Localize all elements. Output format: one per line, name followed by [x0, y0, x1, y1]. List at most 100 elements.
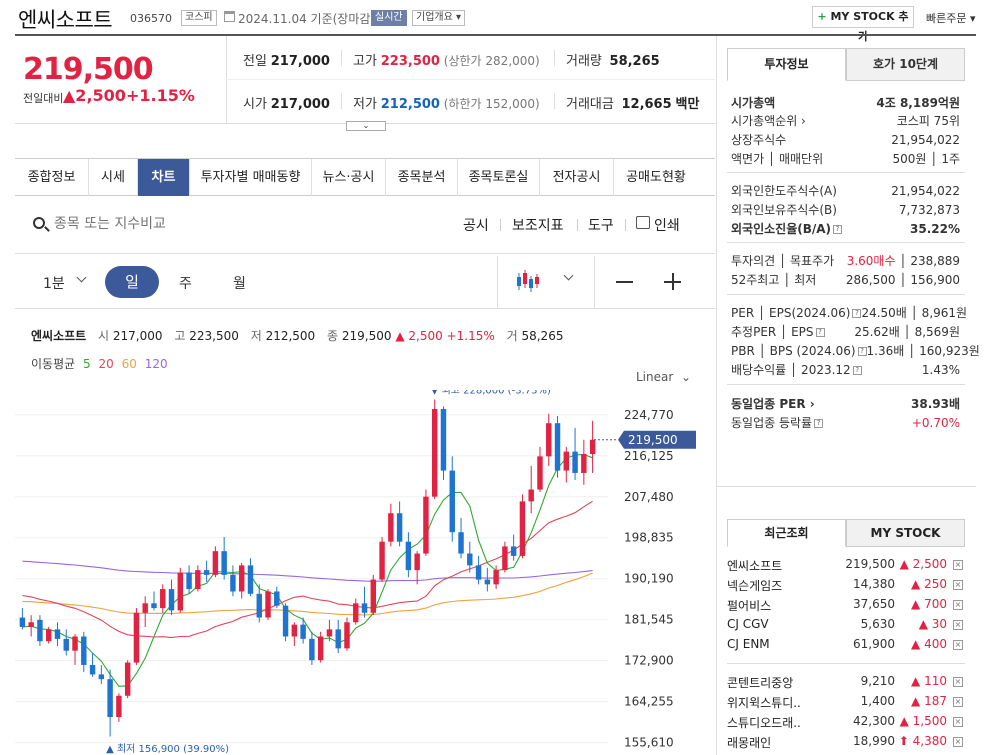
zoom-in-icon[interactable]: [672, 273, 674, 290]
candle: [116, 693, 122, 722]
candle-body: [493, 570, 499, 585]
printer-icon[interactable]: [636, 216, 650, 229]
recent-item-name[interactable]: 스튜디오드래..: [727, 714, 801, 731]
close-icon[interactable]: ×: [953, 717, 963, 727]
recent-item[interactable]: 스튜디오드래.. 42,300 ▲ 1,500 ×: [727, 714, 965, 733]
period-minute[interactable]: 1분: [43, 273, 65, 293]
divider: [727, 384, 965, 385]
period-month[interactable]: 월: [233, 273, 246, 293]
invest-value: 21,954,022: [891, 132, 960, 147]
close-icon[interactable]: ×: [953, 580, 963, 590]
invest-row: 상장주식수 21,954,022: [731, 130, 960, 149]
recent-item[interactable]: CJ CGV 5,630 ▲ 30 ×: [727, 617, 965, 636]
tab-invest-info[interactable]: 투자정보: [727, 48, 846, 81]
candle-body: [458, 532, 464, 554]
candle: [379, 536, 385, 582]
help-icon[interactable]: ?: [852, 308, 862, 318]
tab-ask-10[interactable]: 호가 10단계: [846, 48, 965, 81]
recent-item[interactable]: 넥슨게임즈 14,380 ▲ 250 ×: [727, 577, 965, 596]
recent-item-name[interactable]: 위지윅스튜디..: [727, 694, 801, 711]
candle: [247, 558, 254, 597]
add-mystock-button[interactable]: + MY STOCK 추가: [812, 6, 914, 43]
recent-item-name[interactable]: CJ CGV: [727, 617, 769, 631]
candle-body: [116, 695, 122, 718]
tab-overview[interactable]: 종합정보: [15, 159, 89, 196]
tab-news[interactable]: 뉴스·공시: [312, 159, 386, 196]
divider: [341, 93, 342, 109]
recent-item[interactable]: CJ ENM 61,900 ▲ 400 ×: [727, 637, 965, 656]
tab-recent[interactable]: 최근조회: [727, 519, 846, 547]
candle: [107, 669, 113, 737]
compare-search-input[interactable]: [54, 213, 354, 235]
realtime-tag[interactable]: 실시간: [371, 10, 407, 26]
close-icon[interactable]: ×: [953, 560, 963, 570]
quick-order-button[interactable]: 빠른주문 ▾: [926, 10, 976, 26]
invest-label: 동일업종 PER ›: [731, 397, 815, 411]
disclosure-button[interactable]: 공시: [463, 215, 489, 235]
print-button[interactable]: 인쇄: [654, 215, 680, 235]
close-icon[interactable]: ×: [953, 620, 963, 630]
chevron-down-icon[interactable]: [76, 272, 87, 283]
recent-item-change: ▲ 1,500: [899, 714, 947, 728]
company-overview-button[interactable]: 기업개요 ▾: [412, 10, 465, 26]
invest-value: 24.50배 │ 8,961원: [861, 306, 968, 320]
chevron-down-icon[interactable]: [563, 270, 574, 281]
candle: [317, 631, 324, 663]
help-icon[interactable]: ?: [852, 366, 862, 375]
indicator-button[interactable]: 보조지표: [512, 215, 564, 235]
recent-item[interactable]: 래몽래인 18,990 ⬆ 4,380 ×: [727, 734, 965, 753]
candle: [388, 503, 394, 547]
close-icon[interactable]: ×: [953, 737, 963, 747]
candle: [405, 532, 412, 578]
recent-item[interactable]: 콘텐트리중앙 9,210 ▲ 110 ×: [727, 674, 965, 693]
close-icon[interactable]: ×: [953, 697, 963, 707]
recent-item[interactable]: 펄어비스 37,650 ▲ 700 ×: [727, 597, 965, 616]
candle-body: [405, 541, 412, 571]
recent-item-name[interactable]: 콘텐트리중앙: [727, 674, 793, 691]
help-icon[interactable]: ?: [833, 225, 843, 234]
invest-label: 52주최고 │ 최저: [731, 273, 817, 287]
recent-item-name[interactable]: 펄어비스: [727, 597, 771, 614]
period-week[interactable]: 주: [179, 273, 192, 293]
candle-body: [63, 638, 69, 651]
invest-value: 7,732,873: [898, 202, 960, 217]
recent-item[interactable]: 위지윅스튜디.. 1,400 ▲ 187 ×: [727, 694, 965, 713]
expand-chevron-icon[interactable]: ⌄: [346, 121, 386, 131]
candle: [238, 563, 245, 599]
recent-item-name[interactable]: 래몽래인: [727, 734, 771, 751]
invest-label: 투자의견 │ 목표주가: [731, 254, 835, 268]
tab-short-selling[interactable]: 공매도현황: [614, 159, 698, 196]
candle: [309, 631, 315, 665]
zoom-out-icon[interactable]: [616, 281, 633, 283]
close-icon[interactable]: ×: [953, 640, 963, 650]
help-icon[interactable]: ?: [814, 419, 824, 428]
tab-investor-trend[interactable]: 투자자별 매매동향: [190, 159, 312, 196]
tab-forum[interactable]: 종목토론실: [458, 159, 540, 196]
candlestick-type-icon[interactable]: [516, 268, 542, 294]
tab-mystock[interactable]: MY STOCK: [846, 519, 965, 547]
help-icon[interactable]: ?: [815, 328, 825, 337]
help-icon[interactable]: ?: [857, 346, 867, 356]
tab-chart[interactable]: 차트: [138, 159, 190, 196]
tab-analysis[interactable]: 종목분석: [386, 159, 458, 196]
scale-select[interactable]: Linear ⌄: [636, 370, 691, 384]
recent-item-change: ▲ 700: [911, 597, 947, 611]
candle-body: [317, 636, 324, 661]
period-day[interactable]: 일: [105, 266, 159, 298]
moving-average-legend[interactable]: 이동평균 5 20 60 120: [31, 355, 168, 372]
recent-item-name[interactable]: CJ ENM: [727, 637, 770, 651]
recent-item-price: 1,400: [860, 694, 895, 708]
tab-disclosure[interactable]: 전자공시: [540, 159, 614, 196]
tools-button[interactable]: 도구: [588, 215, 614, 235]
invest-row: 추정PER │ EPS? 25.62배 │ 8,569원: [731, 322, 960, 341]
recent-item-name[interactable]: 넥슨게임즈: [727, 577, 782, 594]
close-icon[interactable]: ×: [953, 600, 963, 610]
recent-item-name[interactable]: 엔씨소프트: [727, 557, 782, 574]
candle-body: [572, 451, 578, 473]
close-icon[interactable]: ×: [953, 677, 963, 687]
candlestick-chart[interactable]: 224,770 216,125 207,480 198,835 190,190 181,5…: [15, 390, 715, 755]
recent-item[interactable]: 엔씨소프트 219,500 ▲ 2,500 ×: [727, 557, 965, 576]
recent-item-change: ▲ 110: [911, 674, 947, 688]
tab-quotes[interactable]: 시세: [89, 159, 138, 196]
change-amount: ▲2,500: [63, 86, 126, 105]
